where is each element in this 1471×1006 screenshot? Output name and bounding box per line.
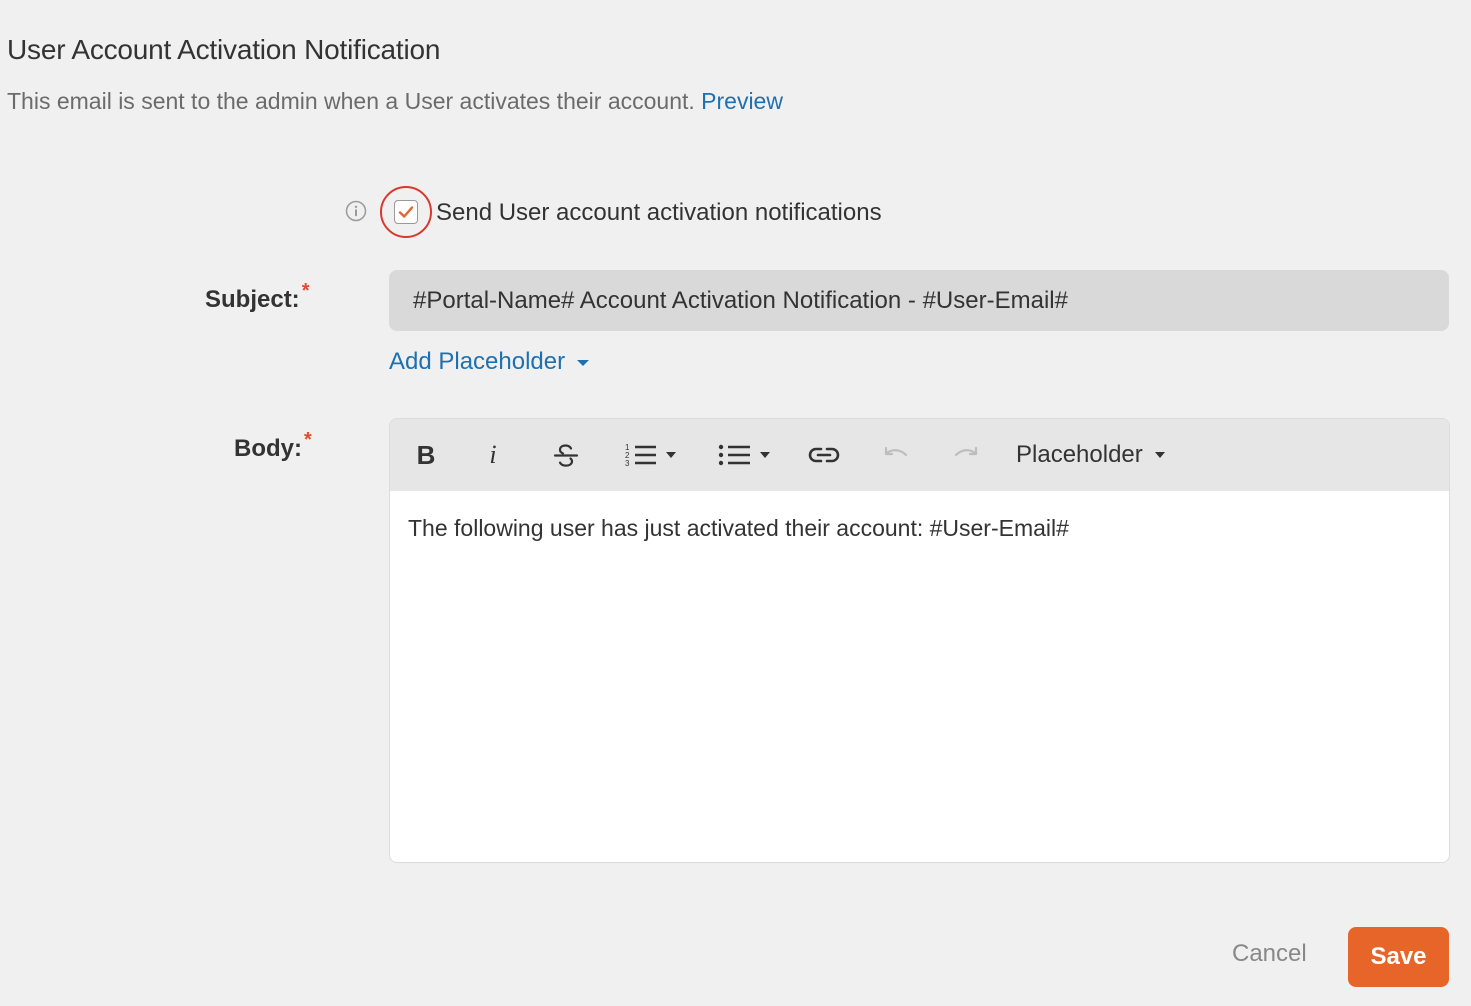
page-title: User Account Activation Notification [7, 34, 441, 65]
caret-down-icon [760, 452, 770, 458]
redo-icon [954, 446, 978, 457]
placeholder-dropdown-label: Placeholder [1016, 441, 1143, 468]
info-icon[interactable] [345, 200, 367, 222]
add-placeholder-label: Add Placeholder [389, 348, 566, 375]
bold-icon: B [416, 439, 436, 470]
subject-input[interactable]: #Portal-Name# Account Activation Notific… [389, 270, 1449, 331]
checkmark-icon [398, 206, 414, 218]
page-description: This email is sent to the admin when a U… [7, 88, 783, 115]
body-editor: B i 1 2 3 Placeholder The following user… [389, 418, 1450, 863]
description-text: This email is sent to the admin when a U… [7, 88, 695, 114]
link-button[interactable] [804, 419, 844, 491]
bullet-list-dropdown[interactable] [712, 419, 776, 491]
body-label-text: Body: [234, 435, 302, 462]
body-content-area[interactable]: The following user has just activated th… [390, 491, 1449, 566]
bold-button[interactable]: B [408, 419, 444, 491]
undo-icon [884, 446, 908, 457]
undo-button[interactable] [876, 419, 916, 491]
strikethrough-button[interactable] [548, 419, 584, 491]
subject-label-text: Subject: [205, 286, 300, 313]
save-button[interactable]: Save [1348, 927, 1449, 987]
svg-text:3: 3 [625, 459, 630, 468]
caret-down-icon [577, 360, 590, 366]
strikethrough-icon [553, 444, 579, 467]
caret-down-icon [1154, 452, 1165, 458]
cancel-button[interactable]: Cancel [1222, 936, 1317, 972]
editor-toolbar: B i 1 2 3 Placeholder [390, 419, 1449, 491]
send-notifications-label[interactable]: Send User account activation notificatio… [436, 199, 882, 227]
required-marker: * [304, 429, 312, 451]
bullet-list-icon [718, 444, 750, 466]
italic-button[interactable]: i [478, 419, 508, 491]
numbered-list-dropdown[interactable]: 1 2 3 [618, 419, 682, 491]
add-placeholder-dropdown[interactable]: Add Placeholder [389, 348, 590, 376]
body-label: Body: * [234, 429, 312, 463]
preview-link[interactable]: Preview [701, 88, 783, 114]
subject-value: #Portal-Name# Account Activation Notific… [413, 286, 1068, 314]
italic-icon: i [489, 440, 497, 469]
numbered-list-icon: 1 2 3 [625, 443, 656, 468]
caret-down-icon [666, 452, 676, 458]
redo-button[interactable] [946, 419, 986, 491]
body-content-text: The following user has just activated th… [408, 515, 1069, 541]
send-notifications-checkbox[interactable] [394, 200, 418, 224]
subject-label: Subject: * [205, 280, 309, 314]
required-marker: * [301, 280, 310, 302]
link-icon [808, 447, 840, 463]
placeholder-dropdown[interactable]: Placeholder [1016, 419, 1186, 491]
